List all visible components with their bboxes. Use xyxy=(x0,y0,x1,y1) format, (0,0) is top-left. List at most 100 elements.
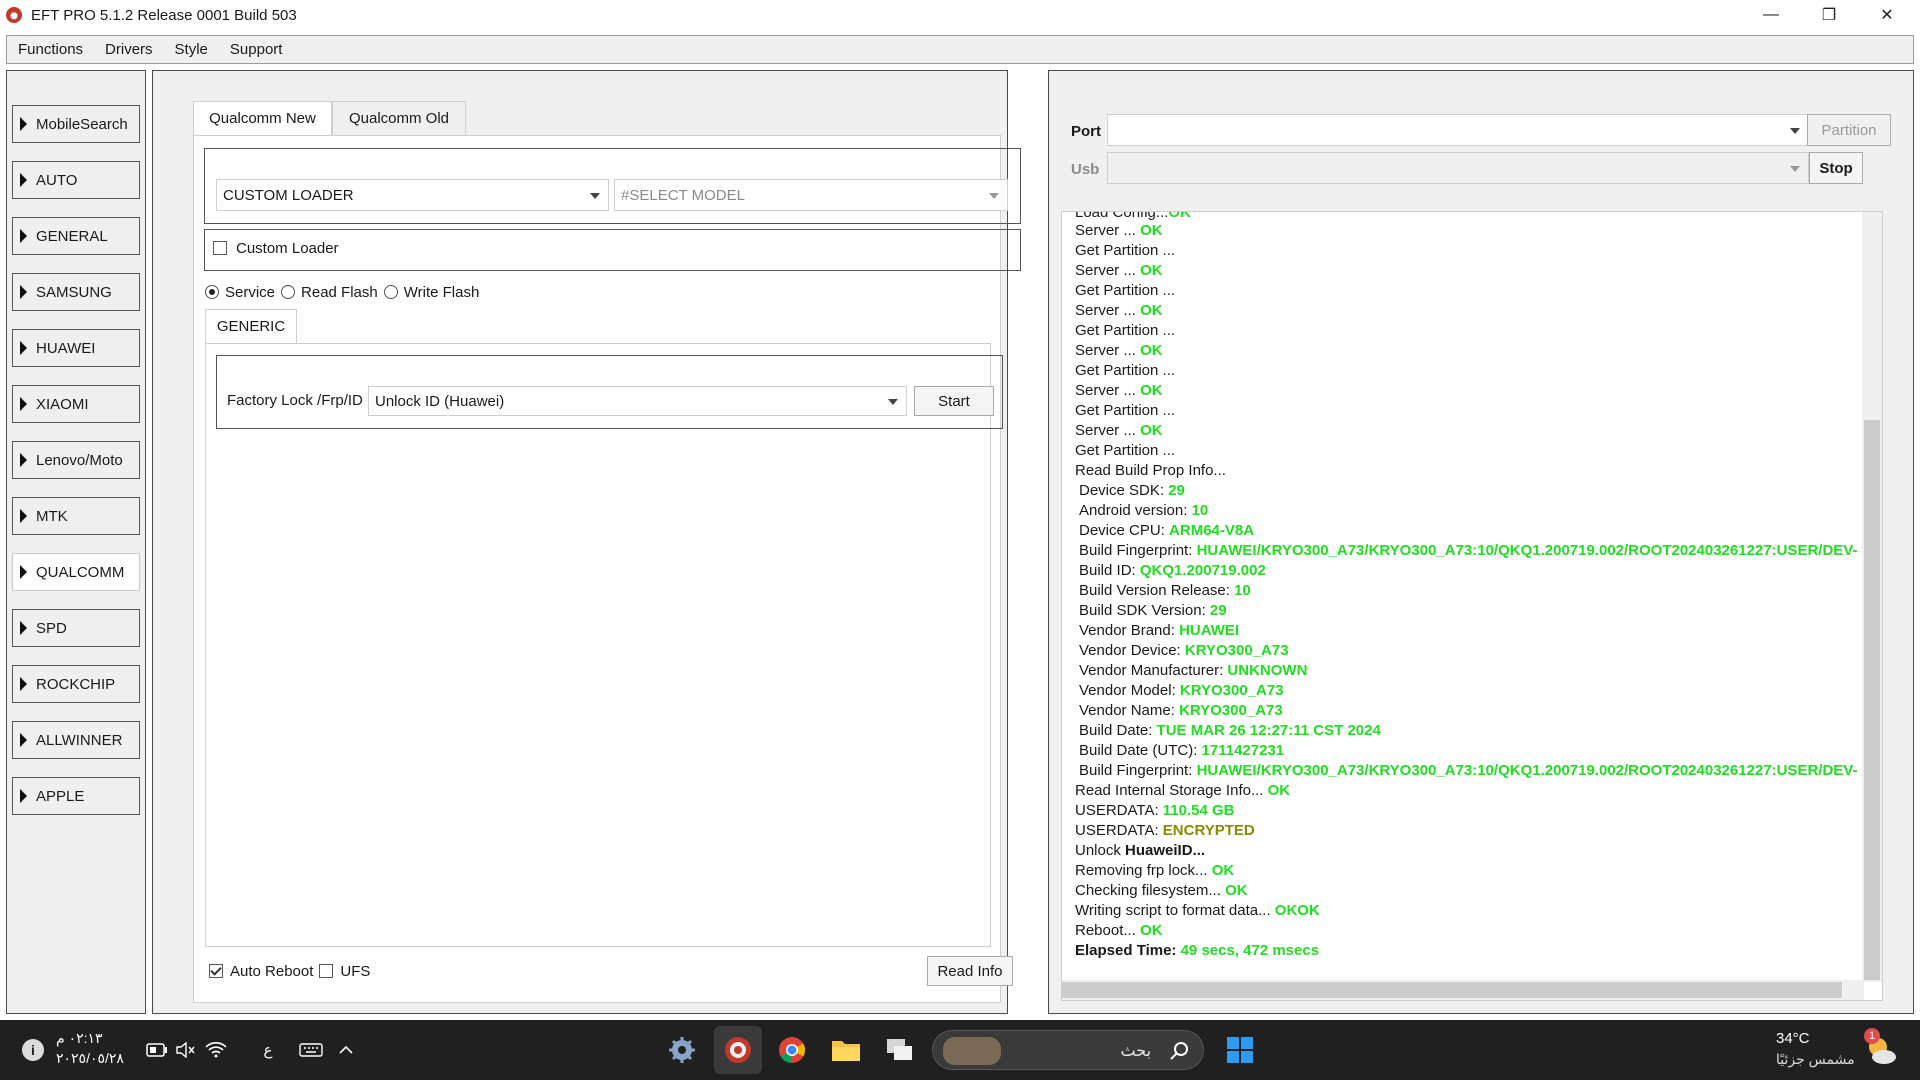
log-line-text: Build Version Release: xyxy=(1079,582,1235,599)
custom-loader-checkbox[interactable] xyxy=(213,241,227,255)
log-horizontal-scrollbar[interactable] xyxy=(1062,980,1864,1000)
clock-date[interactable]: ٢٠٢٥/٠٥/٢٨ xyxy=(56,1050,124,1067)
stop-button[interactable]: Stop xyxy=(1809,152,1863,184)
sidebar-item-allwinner[interactable]: ALLWINNER xyxy=(12,721,140,759)
log-line-value: 49 secs, 472 msecs xyxy=(1180,942,1320,959)
usb-select[interactable] xyxy=(1107,152,1809,184)
eft-pro-taskbar-icon[interactable] xyxy=(714,1026,762,1074)
file-explorer-icon[interactable] xyxy=(826,1030,866,1070)
menu-style[interactable]: Style xyxy=(164,41,219,58)
custom-loader-label: Custom Loader xyxy=(236,239,339,257)
notification-badge: 1 xyxy=(1864,1028,1880,1044)
log-line-value: KRYO300_A73 xyxy=(1179,682,1284,699)
model-select[interactable]: #SELECT MODEL xyxy=(614,179,1008,211)
menu-functions[interactable]: Functions xyxy=(7,41,94,58)
log-line-text: Server ... xyxy=(1075,422,1141,439)
sidebar-item-qualcomm[interactable]: QUALCOMM xyxy=(12,553,140,591)
chevron-up-icon[interactable] xyxy=(336,1040,356,1060)
sidebar-item-huawei[interactable]: HUAWEI xyxy=(12,329,140,367)
log-line: Elapsed Time: 49 secs, 472 msecs xyxy=(1075,941,1875,961)
loader-select[interactable]: CUSTOM LOADER xyxy=(216,179,609,211)
info-icon[interactable]: i xyxy=(22,1039,44,1061)
sidebar-item-spd[interactable]: SPD xyxy=(12,609,140,647)
auto-reboot-label: Auto Reboot xyxy=(230,962,314,980)
sidebar-item-label: Lenovo/Moto xyxy=(36,451,123,469)
taskbar-search[interactable]: بحث xyxy=(932,1030,1204,1070)
windows-start-icon[interactable] xyxy=(1220,1030,1260,1070)
menu-support[interactable]: Support xyxy=(219,41,294,58)
auto-reboot-checkbox[interactable] xyxy=(209,964,223,978)
start-button[interactable]: Start xyxy=(914,386,994,416)
service-radio[interactable] xyxy=(205,285,219,299)
settings-gear-icon[interactable] xyxy=(662,1030,702,1070)
log-line-text: Elapsed Time: xyxy=(1075,942,1181,959)
port-label: Port xyxy=(1071,122,1101,140)
sidebar-item-xiaomi[interactable]: XIAOMI xyxy=(12,385,140,423)
log-line-text: Get Partition ... xyxy=(1075,362,1176,379)
log-line-value: OK xyxy=(1267,782,1291,799)
battery-icon[interactable] xyxy=(146,1040,168,1060)
task-view-icon[interactable] xyxy=(880,1030,920,1070)
weather-temp[interactable]: 34°C xyxy=(1776,1030,1810,1047)
log-line-text: Build Date: xyxy=(1079,722,1157,739)
tab-qualcomm-new[interactable]: Qualcomm New xyxy=(193,101,332,135)
tab-generic[interactable]: GENERIC xyxy=(205,309,297,343)
keyboard-language[interactable]: ع xyxy=(258,1038,278,1062)
log-line: Build ID: QKQ1.200719.002 xyxy=(1075,561,1875,581)
sidebar-item-samsung[interactable]: SAMSUNG xyxy=(12,273,140,311)
search-icon xyxy=(1169,1040,1191,1066)
minimize-button[interactable]: — xyxy=(1742,0,1800,30)
menu-drivers[interactable]: Drivers xyxy=(94,41,164,58)
sidebar-item-auto[interactable]: AUTO xyxy=(12,161,140,199)
log-horizontal-scroll-thumb[interactable] xyxy=(1062,982,1842,998)
loader-select-value: CUSTOM LOADER xyxy=(223,186,354,204)
log-line-text: Get Partition ... xyxy=(1075,322,1176,339)
close-button[interactable]: ✕ xyxy=(1858,0,1916,30)
custom-loader-row: Custom Loader xyxy=(213,237,339,259)
log-line-text: Vendor Brand: xyxy=(1079,622,1180,639)
chevron-down-icon xyxy=(989,193,999,199)
sidebar-item-mtk[interactable]: MTK xyxy=(12,497,140,535)
chrome-icon[interactable] xyxy=(772,1030,812,1070)
write-flash-radio[interactable] xyxy=(383,285,398,299)
write-flash-label: Write Flash xyxy=(403,283,480,301)
wifi-icon[interactable] xyxy=(204,1040,228,1060)
log-line-text: Server ... xyxy=(1075,342,1141,359)
log-line: Get Partition ... xyxy=(1075,321,1875,341)
generic-tab-content xyxy=(205,343,991,947)
log-line: Unlock HuaweiID... xyxy=(1075,841,1875,861)
sidebar-item-general[interactable]: GENERAL xyxy=(12,217,140,255)
port-select[interactable] xyxy=(1107,114,1809,146)
log-vertical-scrollbar[interactable] xyxy=(1862,212,1882,982)
sidebar-item-lenovo-moto[interactable]: Lenovo/Moto xyxy=(12,441,140,479)
log-line-value: OK xyxy=(1140,222,1163,239)
keyboard-icon[interactable] xyxy=(298,1040,324,1060)
read-info-button[interactable]: Read Info xyxy=(927,956,1013,986)
clock-time[interactable]: ٠٢:١٣ م xyxy=(56,1030,103,1047)
log-line: Read Build Prop Info... xyxy=(1075,461,1875,481)
log-line: Reboot... OK xyxy=(1075,921,1875,941)
weather-desc[interactable]: مشمس جزئيًا xyxy=(1776,1051,1855,1068)
sidebar-item-rockchip[interactable]: ROCKCHIP xyxy=(12,665,140,703)
tab-qualcomm-old[interactable]: Qualcomm Old xyxy=(332,101,466,135)
sidebar-item-mobilesearch[interactable]: MobileSearch xyxy=(12,105,140,143)
log-line-text: Read Build Prop Info... xyxy=(1075,462,1226,479)
log-vertical-scroll-thumb[interactable] xyxy=(1864,420,1880,980)
log-line-text: Build SDK Version: xyxy=(1079,602,1210,619)
ufs-checkbox[interactable] xyxy=(319,964,334,978)
window-title: EFT PRO 5.1.2 Release 0001 Build 503 xyxy=(31,6,297,24)
factory-lock-select[interactable]: Unlock ID (Huawei) xyxy=(368,386,907,416)
log-line-value: OK xyxy=(1140,302,1163,319)
log-line: Device SDK: 29 xyxy=(1075,481,1875,501)
read-flash-radio[interactable] xyxy=(281,285,296,299)
log-line-text: Get Partition ... xyxy=(1075,242,1176,259)
log-line-value: OK xyxy=(1140,262,1163,279)
log-output[interactable]: Load Config...OK Server ... OK Get Partiti… xyxy=(1061,211,1883,1001)
restore-button[interactable]: ❐ xyxy=(1800,0,1858,30)
speaker-muted-icon[interactable] xyxy=(174,1040,196,1060)
log-line: Build Version Release: 10 xyxy=(1075,581,1875,601)
sidebar-item-apple[interactable]: APPLE xyxy=(12,777,140,815)
partition-button[interactable]: Partition xyxy=(1807,114,1891,146)
log-line-text: Server ... xyxy=(1075,302,1141,319)
log-line-value: KRYO300_A73 xyxy=(1184,642,1289,659)
